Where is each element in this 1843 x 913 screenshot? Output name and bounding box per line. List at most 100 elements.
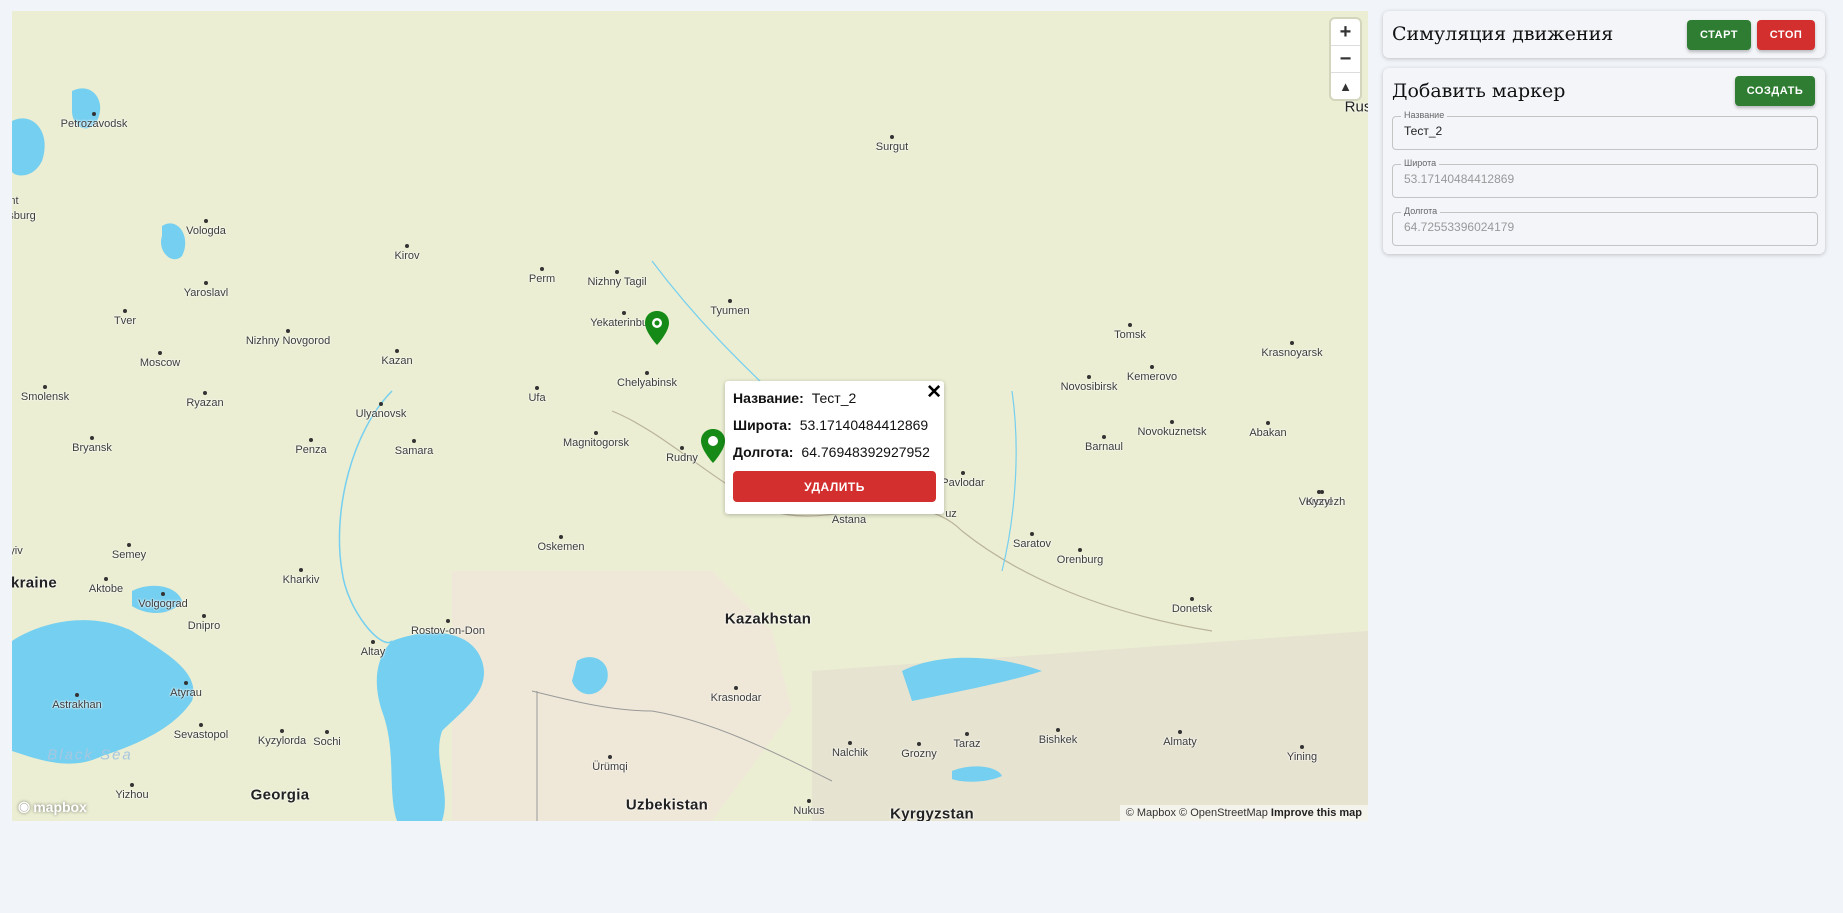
delete-button[interactable]: УДАЛИТЬ bbox=[733, 471, 936, 502]
city-label: Kyzylorda bbox=[257, 735, 307, 747]
city-label: Grozny bbox=[901, 748, 937, 760]
city-dot bbox=[1030, 532, 1034, 536]
map-partial-label: Rus bbox=[1344, 98, 1368, 116]
city-dot bbox=[615, 270, 619, 274]
city-dot bbox=[535, 386, 539, 390]
city-label: Pavlodar bbox=[941, 477, 985, 489]
map-marker-1[interactable] bbox=[644, 311, 670, 345]
zoom-in-button[interactable]: + bbox=[1331, 19, 1360, 46]
city-label: Tyumen bbox=[710, 305, 750, 317]
city-label: Novosibirsk bbox=[1060, 381, 1118, 393]
city-dot bbox=[1078, 548, 1082, 552]
name-input[interactable] bbox=[1404, 124, 1804, 138]
simulation-panel: Симуляция движения СТАРТ СТОП bbox=[1383, 11, 1825, 58]
city-dot bbox=[204, 219, 208, 223]
create-button[interactable]: СОЗДАТЬ bbox=[1735, 76, 1815, 106]
city-label: Sochi bbox=[313, 736, 341, 748]
city-dot bbox=[728, 299, 732, 303]
start-button[interactable]: СТАРТ bbox=[1687, 20, 1751, 50]
city-dot bbox=[92, 112, 96, 116]
city-dot bbox=[405, 244, 409, 248]
city-dot bbox=[848, 741, 852, 745]
city-label: Volgograd bbox=[138, 598, 188, 610]
city-dot bbox=[309, 438, 313, 442]
city-label: Krasnodar bbox=[710, 692, 762, 704]
popup-lon-label: Долгота: bbox=[733, 444, 794, 460]
stop-button[interactable]: СТОП bbox=[1757, 20, 1815, 50]
attribution-text[interactable]: © Mapbox © OpenStreetMap bbox=[1126, 807, 1268, 819]
city-label: Petrozavodsk bbox=[60, 118, 128, 130]
city-label: Taraz bbox=[953, 738, 981, 750]
city-dot bbox=[184, 681, 188, 685]
city-dot bbox=[1170, 420, 1174, 424]
city-dot bbox=[43, 385, 47, 389]
city-dot bbox=[645, 371, 649, 375]
city-label: Altay bbox=[360, 646, 386, 658]
city-label: Samara bbox=[394, 445, 434, 457]
name-field: Название bbox=[1392, 110, 1818, 150]
city-dot bbox=[199, 723, 203, 727]
city-dot bbox=[680, 446, 684, 450]
city-label: Nalchik bbox=[831, 747, 869, 759]
attribution: © Mapbox © OpenStreetMap Improve this ma… bbox=[1119, 805, 1368, 821]
city-dot bbox=[1128, 323, 1132, 327]
improve-map-link[interactable]: Improve this map bbox=[1271, 807, 1362, 819]
lat-input[interactable] bbox=[1404, 172, 1804, 186]
city-label: Oskemen bbox=[537, 541, 585, 553]
city-label: Magnitogorsk bbox=[562, 437, 630, 449]
city-label: Kemerovo bbox=[1126, 371, 1178, 383]
city-label: Semey bbox=[111, 549, 147, 561]
city-dot bbox=[161, 592, 165, 596]
city-dot bbox=[622, 311, 626, 315]
city-dot bbox=[130, 783, 134, 787]
lon-input[interactable] bbox=[1404, 220, 1804, 234]
city-label: Ürümqi bbox=[592, 761, 628, 773]
city-label: Rudny bbox=[666, 452, 698, 464]
popup-name-label: Название: bbox=[733, 390, 804, 406]
city-dot bbox=[286, 329, 290, 333]
close-icon[interactable]: ✕ bbox=[926, 381, 942, 404]
city-label: Kirov bbox=[394, 250, 420, 262]
city-dot bbox=[202, 614, 206, 618]
city-dot bbox=[446, 619, 450, 623]
city-dot bbox=[204, 281, 208, 285]
map-partial-label: uz bbox=[945, 508, 957, 520]
compass-button[interactable]: ▲ bbox=[1331, 73, 1360, 99]
zoom-out-button[interactable]: − bbox=[1331, 46, 1360, 73]
city-dot bbox=[104, 577, 108, 581]
city-dot bbox=[1056, 728, 1060, 732]
city-dot bbox=[540, 267, 544, 271]
city-label: Bryansk bbox=[72, 442, 112, 454]
city-dot bbox=[1102, 435, 1106, 439]
city-label: Kazan bbox=[381, 355, 413, 367]
city-dot bbox=[280, 729, 284, 733]
country-label: kraine bbox=[12, 574, 57, 592]
city-dot bbox=[412, 439, 416, 443]
popup-name-row: Название: Тест_2 bbox=[733, 390, 856, 406]
city-label: Astana bbox=[831, 514, 867, 526]
city-label: Yizhou bbox=[115, 789, 149, 801]
city-label: Chelyabinsk bbox=[617, 377, 677, 389]
city-dot bbox=[807, 799, 811, 803]
city-dot bbox=[299, 568, 303, 572]
name-field-label: Название bbox=[1401, 110, 1448, 120]
city-label: Dnipro bbox=[187, 620, 221, 632]
map-marker-2[interactable] bbox=[700, 429, 726, 463]
city-dot bbox=[1178, 730, 1182, 734]
city-dot bbox=[325, 730, 329, 734]
city-label: Rostov-on-Don bbox=[411, 625, 485, 637]
simulation-title: Симуляция движения bbox=[1392, 23, 1614, 45]
map[interactable]: Petrozavodsk Vologda Kirov Perm Nizhny Tagil… bbox=[12, 11, 1368, 821]
city-label: Krasnoyarsk bbox=[1261, 347, 1323, 359]
city-label: Kyzyl bbox=[1305, 496, 1333, 508]
city-label: Novokuznetsk bbox=[1137, 426, 1207, 438]
city-dot bbox=[123, 309, 127, 313]
mapbox-logo[interactable]: ◉ mapbox bbox=[18, 798, 87, 815]
city-dot bbox=[608, 755, 612, 759]
city-dot bbox=[594, 431, 598, 435]
popup-lat-row: Широта: 53.17140484412869 bbox=[733, 417, 928, 433]
city-dot bbox=[890, 135, 894, 139]
sea-label: Black Sea bbox=[47, 746, 133, 764]
city-label: Tomsk bbox=[1114, 329, 1146, 341]
map-partial-label: yiv bbox=[12, 545, 23, 557]
